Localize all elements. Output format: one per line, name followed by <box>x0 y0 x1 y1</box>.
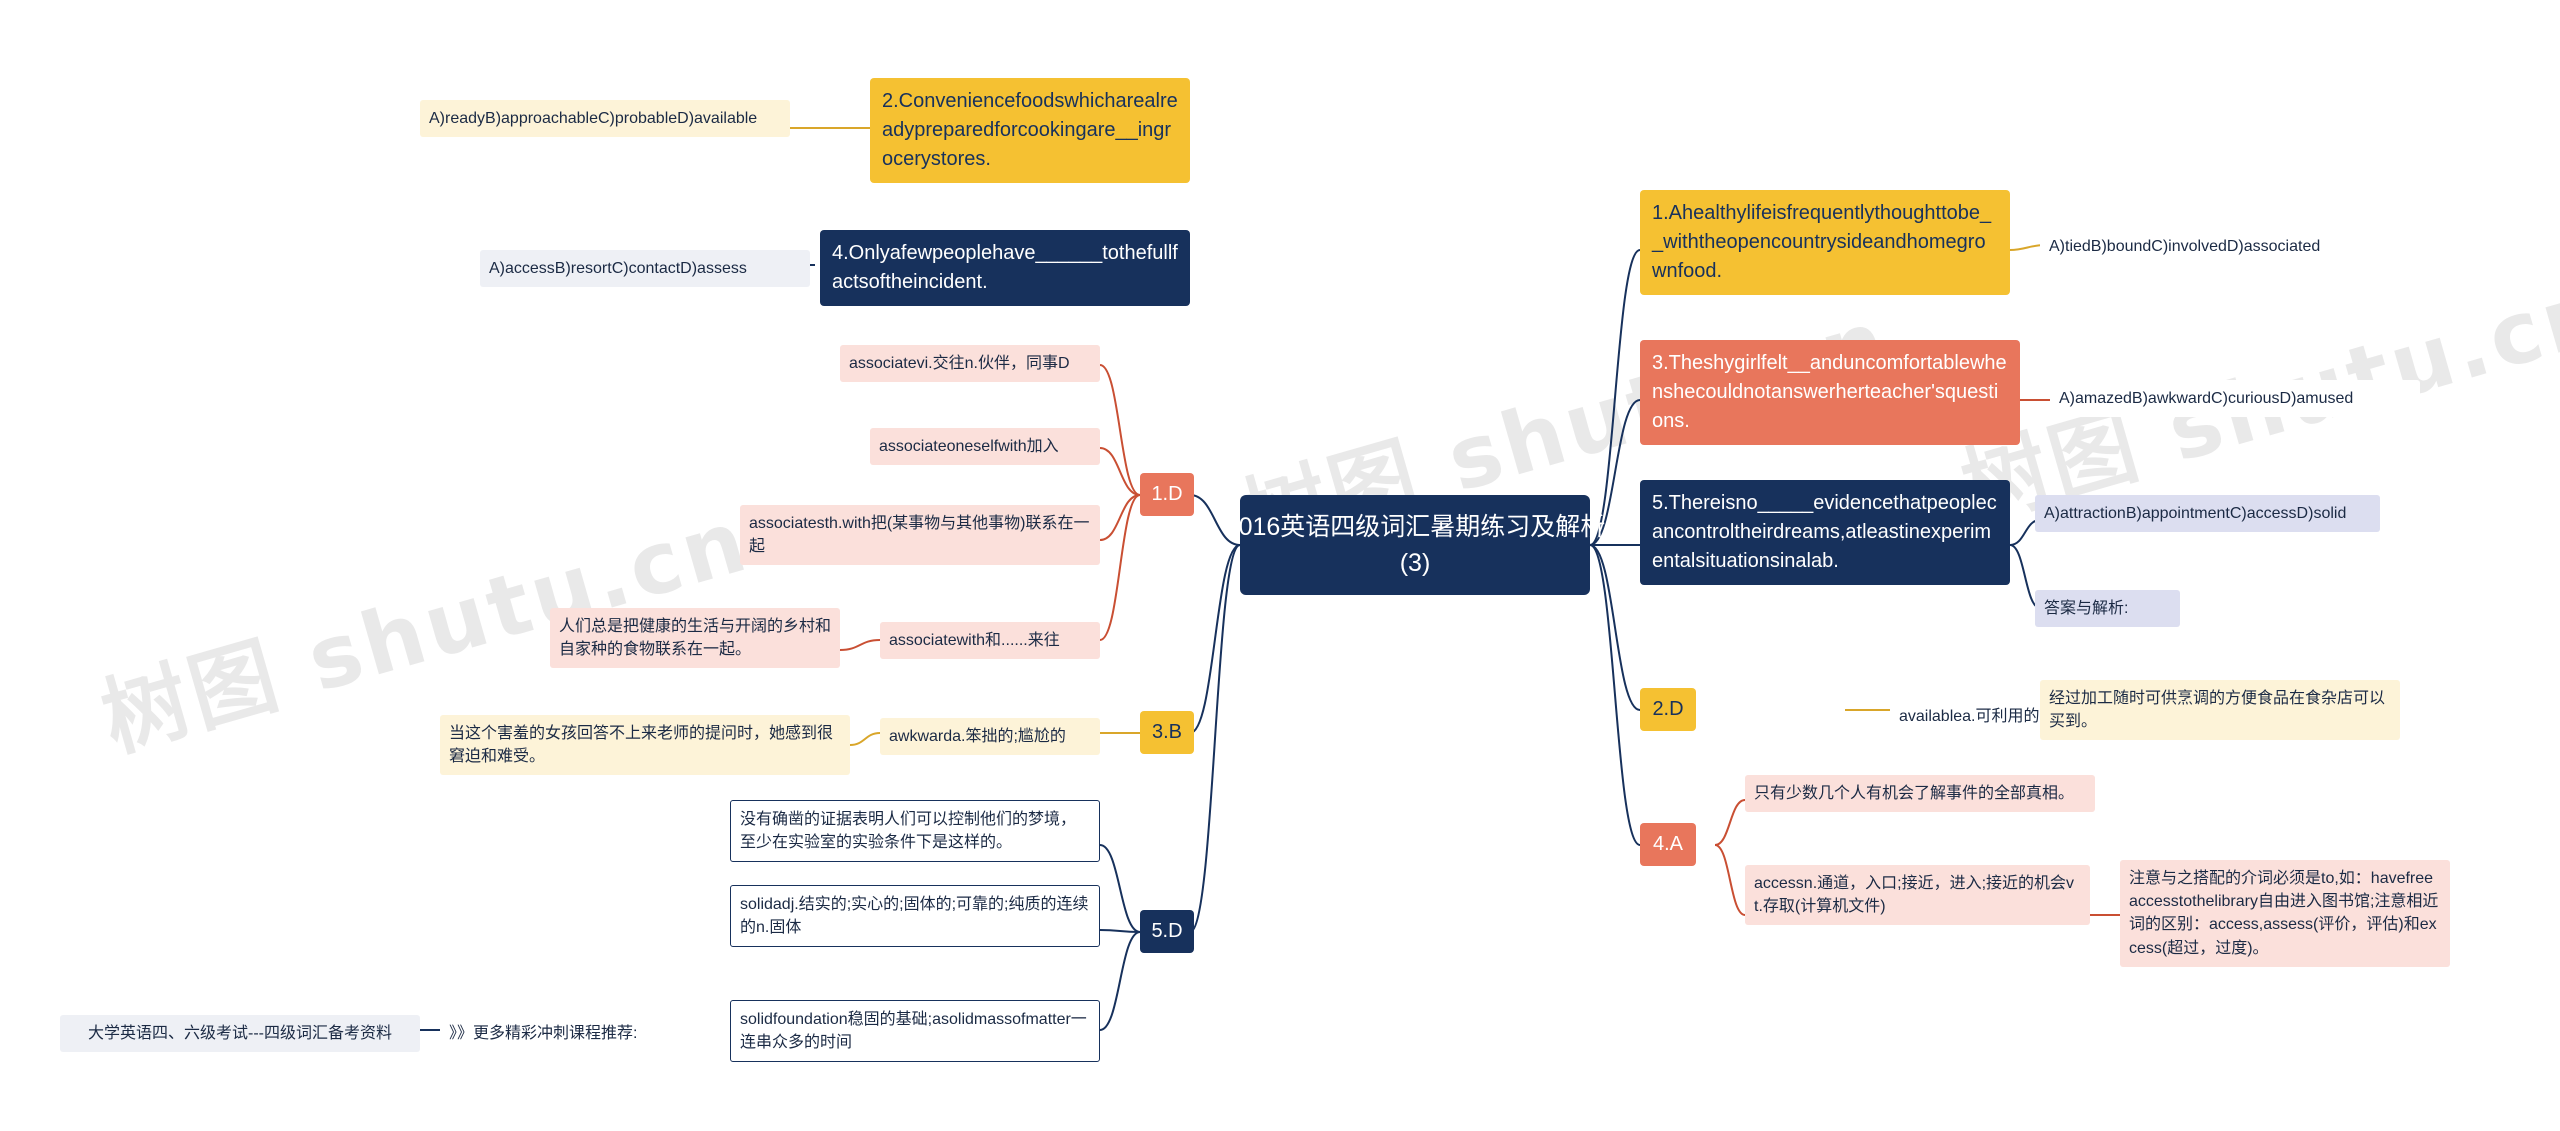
leaf-solid-phrases: solidfoundation稳固的基础;asolidmassofmatter一… <box>730 1000 1100 1063</box>
leaf-solid-translation: 没有确凿的证据表明人们可以控制他们的梦境，至少在实验室的实验条件下是这样的。 <box>730 800 1100 863</box>
question-3-options: A)amazedB)awkwardC)curiousD)amused <box>2050 380 2420 418</box>
leaf-available-translation: 经过加工随时可供烹调的方便食品在食杂店可以买到。 <box>2040 680 2400 741</box>
question-1[interactable]: 1.Ahealthylifeisfrequentlythoughttobe__w… <box>1640 190 2010 295</box>
answer-tag-3b[interactable]: 3.B <box>1140 711 1194 754</box>
root-node[interactable]: 2016英语四级词汇暑期练习及解析(3) <box>1225 495 1605 595</box>
answer-tag-5d[interactable]: 5.D <box>1140 910 1194 953</box>
footer-course-recommend: 》》更多精彩冲刺课程推荐: <box>440 1015 730 1053</box>
question-4-options: A)accessB)resortC)contactD)assess <box>480 250 810 288</box>
question-2-options: A)readyB)approachableC)probableD)availab… <box>420 100 790 138</box>
leaf-associate-sth-with: associatesth.with把(某事物与其他事物)联系在一起 <box>740 505 1100 566</box>
leaf-awkward-word: awkwarda.笨拙的;尴尬的 <box>880 718 1100 756</box>
question-2[interactable]: 2.Conveniencefoodswhicharealreadyprepare… <box>870 78 1190 183</box>
leaf-awkward-translation: 当这个害羞的女孩回答不上来老师的提问时，她感到很窘迫和难受。 <box>440 715 850 776</box>
leaf-associate-with: associatewith和......来往 <box>880 622 1100 660</box>
leaf-access-translation: 只有少数几个人有机会了解事件的全部真相。 <box>1745 775 2095 813</box>
leaf-associate-translation: 人们总是把健康的生活与开阔的乡村和自家种的食物联系在一起。 <box>550 608 840 669</box>
question-4[interactable]: 4.Onlyafewpeoplehave______tothefullfacts… <box>820 230 1190 306</box>
question-5[interactable]: 5.Thereisno_____evidencethatpeoplecancon… <box>1640 480 2010 585</box>
answer-tag-2d[interactable]: 2.D <box>1640 688 1696 731</box>
leaf-associate-oneself: associateoneselfwith加入 <box>870 428 1100 466</box>
question-1-options: A)tiedB)boundC)involvedD)associated <box>2040 228 2410 266</box>
answer-tag-4a[interactable]: 4.A <box>1640 823 1696 866</box>
leaf-associate-vi: associatevi.交往n.伙伴，同事D <box>840 345 1100 383</box>
question-3[interactable]: 3.Theshygirlfelt__anduncomfortablewhensh… <box>1640 340 2020 445</box>
answer-tag-1d[interactable]: 1.D <box>1140 473 1194 516</box>
leaf-solid-word: solidadj.结实的;实心的;固体的;可靠的;纯质的连续的n.固体 <box>730 885 1100 948</box>
question-5-options: A)attractionB)appointmentC)accessD)solid <box>2035 495 2380 533</box>
leaf-access-word: accessn.通道，入口;接近，进入;接近的机会vt.存取(计算机文件) <box>1745 865 2090 926</box>
footer-exam-material: 大学英语四、六级考试---四级词汇备考资料 <box>60 1015 420 1053</box>
leaf-access-usage-note: 注意与之搭配的介词必须是to,如：havefreeaccesstothelibr… <box>2120 860 2450 967</box>
answer-analysis-label: 答案与解析: <box>2035 590 2180 628</box>
